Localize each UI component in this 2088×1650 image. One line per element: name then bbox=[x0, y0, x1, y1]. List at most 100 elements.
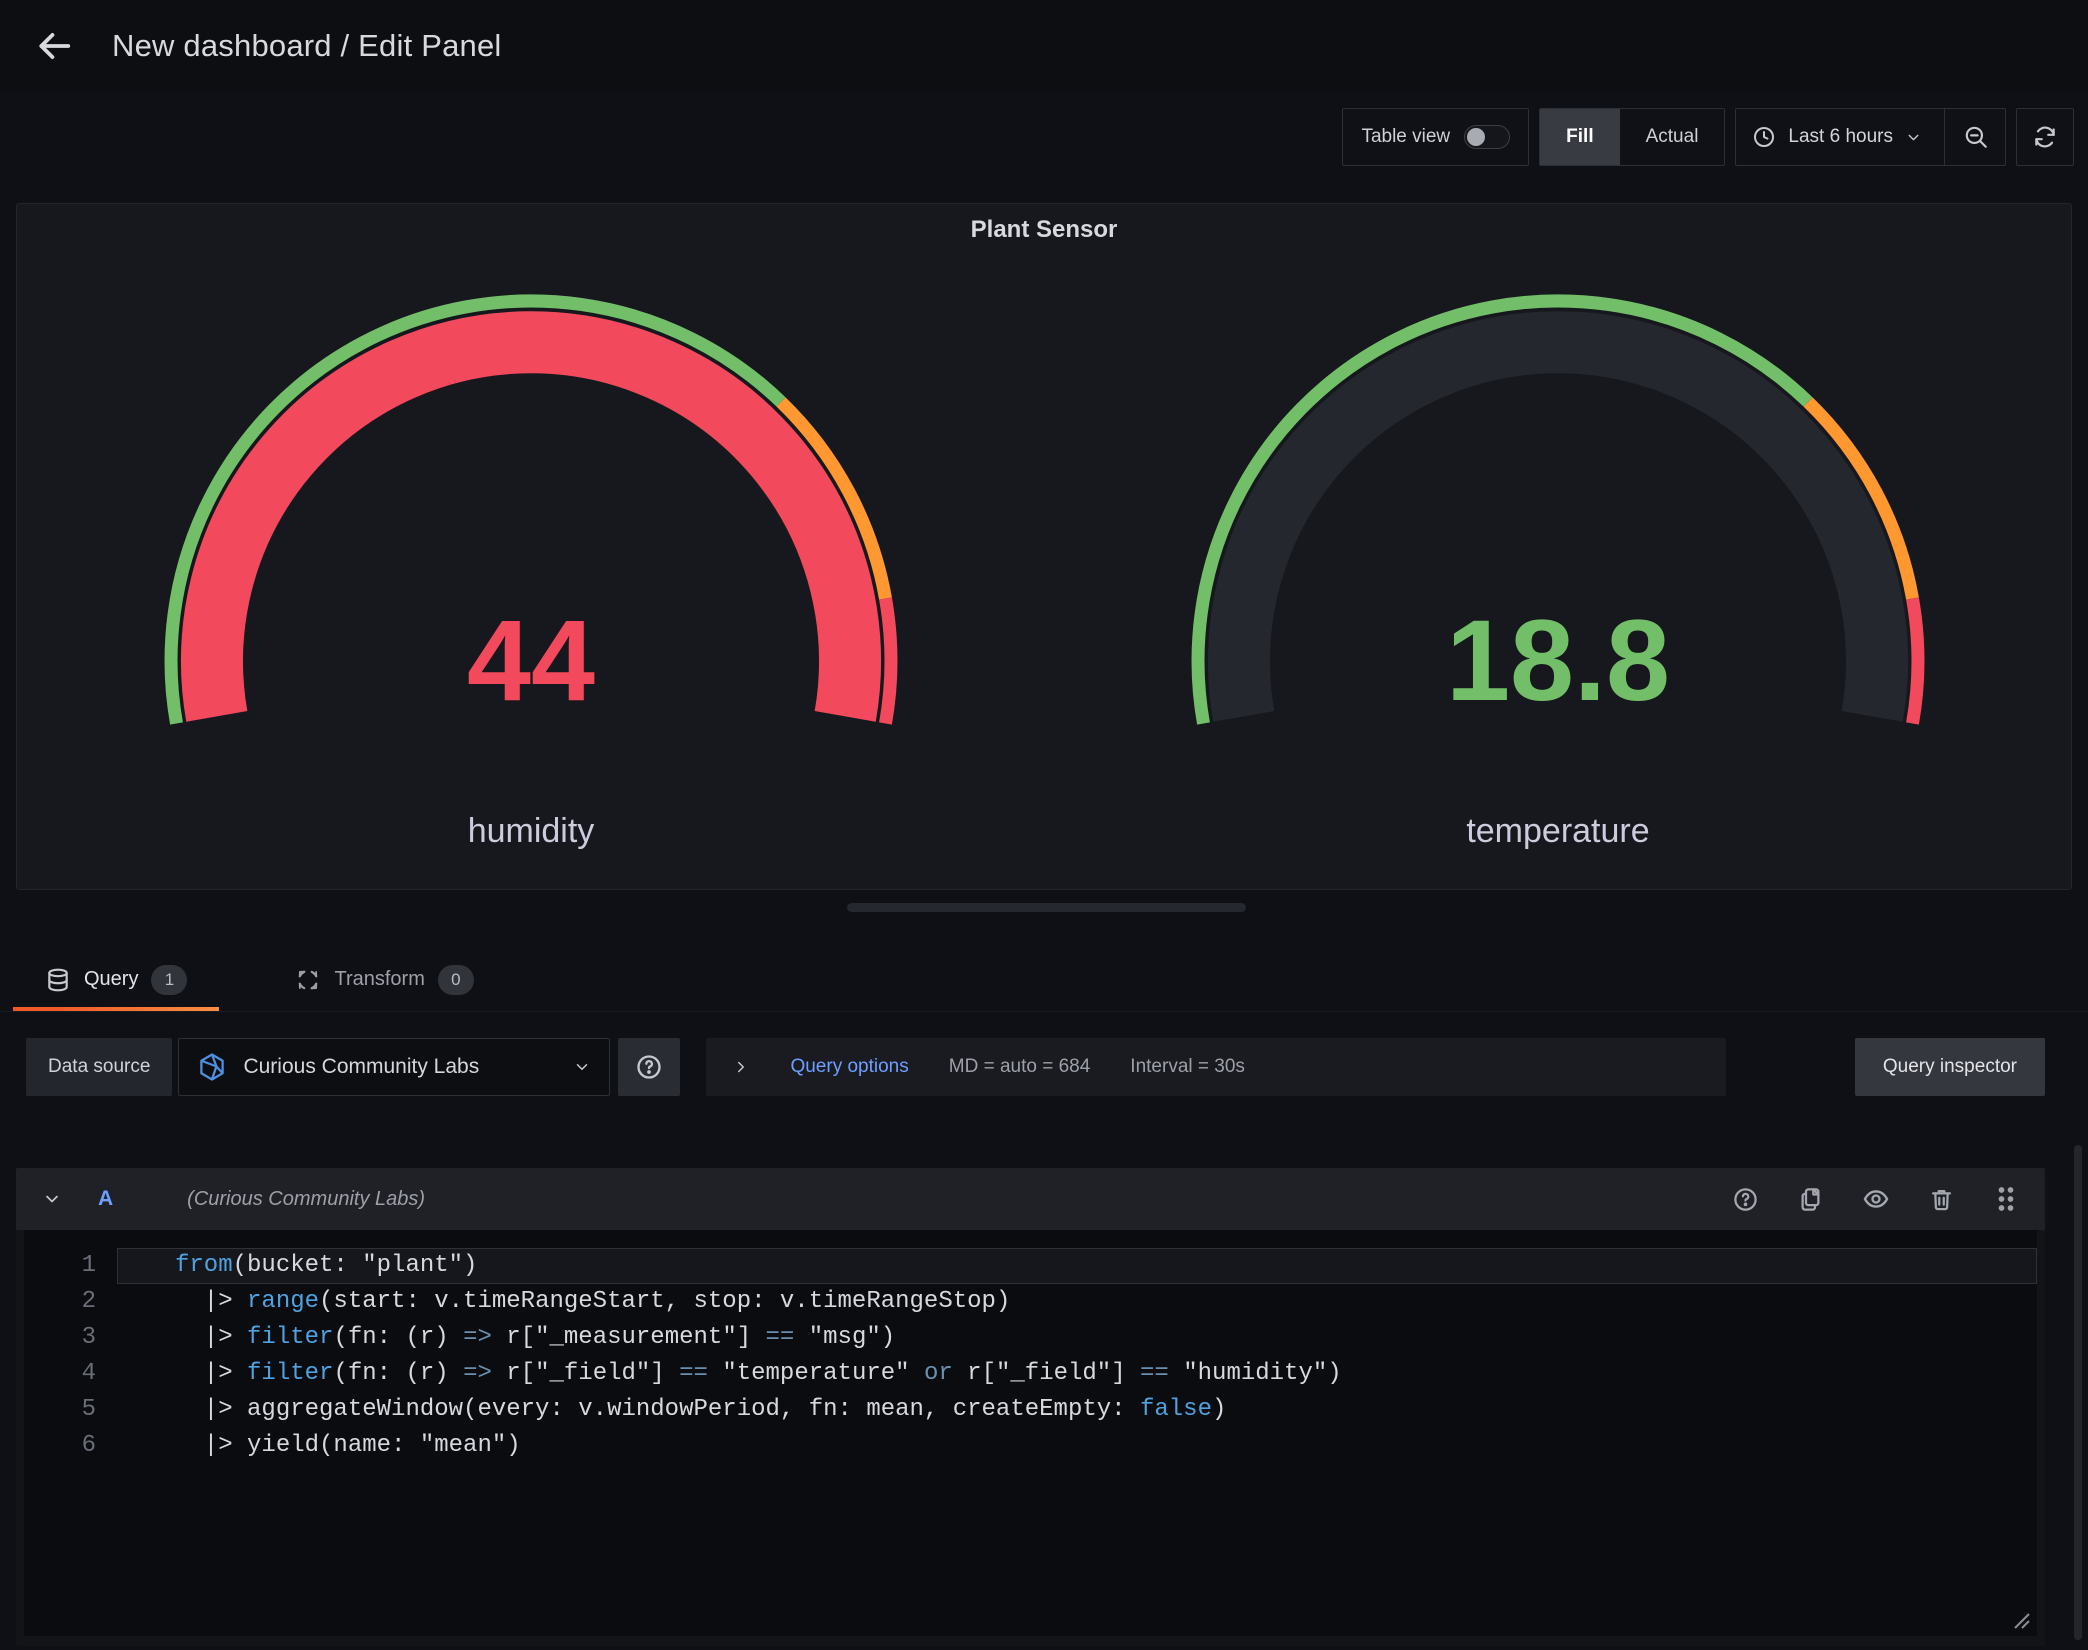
datasource-select[interactable]: Curious Community Labs bbox=[178, 1038, 610, 1096]
panel-resize-handle[interactable] bbox=[847, 903, 1246, 912]
table-view-group: Table view bbox=[1342, 108, 1529, 166]
code-token: => bbox=[463, 1324, 492, 1351]
query-options-label: Query options bbox=[790, 1056, 908, 1078]
resize-corner-icon[interactable] bbox=[2008, 1607, 2032, 1631]
query-options-bar[interactable]: Query options MD = auto = 684 Interval =… bbox=[706, 1038, 1726, 1096]
code-line: 4 |> filter(fn: (r) => r["_field"] == "t… bbox=[24, 1356, 2037, 1392]
code-token: ) bbox=[1212, 1396, 1226, 1423]
code-token: "humidity") bbox=[1169, 1360, 1342, 1387]
code-line-content: |> range(start: v.timeRangeStart, stop: … bbox=[117, 1284, 2037, 1320]
table-view-label: Table view bbox=[1361, 126, 1450, 148]
line-number: 2 bbox=[24, 1284, 96, 1320]
spacer bbox=[1726, 1038, 1854, 1096]
max-data-points-value: MD = auto = 684 bbox=[949, 1056, 1091, 1078]
refresh-button[interactable] bbox=[2032, 124, 2058, 150]
query-row-header[interactable]: A (Curious Community Labs) bbox=[16, 1168, 2045, 1230]
actual-button[interactable]: Actual bbox=[1620, 109, 1725, 165]
grip-icon bbox=[1993, 1184, 2019, 1214]
tab-query[interactable]: Query 1 bbox=[13, 948, 219, 1011]
code-token: from bbox=[175, 1252, 233, 1279]
plant-sensor-panel: Plant Sensor 44 humidity 18.8temperature bbox=[16, 203, 2072, 890]
line-number: 6 bbox=[24, 1428, 96, 1464]
gauge-arc bbox=[886, 599, 891, 724]
tab-transform-count-badge: 0 bbox=[438, 965, 474, 995]
code-line-content: |> filter(fn: (r) => r["_field"] == "tem… bbox=[117, 1356, 2037, 1392]
vertical-scrollbar[interactable] bbox=[2074, 1145, 2082, 1640]
datasource-label: Data source bbox=[26, 1038, 172, 1096]
gauge-value: 18.8 bbox=[1446, 597, 1670, 725]
gauge-value: 44 bbox=[467, 597, 595, 725]
code-token: == bbox=[679, 1360, 708, 1387]
code-token: r["_field"] bbox=[492, 1360, 679, 1387]
chevron-right-icon bbox=[732, 1058, 750, 1076]
code-token: "msg") bbox=[794, 1324, 895, 1351]
hide-response-button[interactable] bbox=[1862, 1185, 1890, 1213]
gauge-humidity: 44 humidity bbox=[17, 262, 1044, 889]
flux-query-editor[interactable]: 1 from(bucket: "plant") 2 |> range(start: … bbox=[24, 1230, 2037, 1636]
code-line-content: |> yield(name: "mean") bbox=[117, 1428, 2037, 1464]
interval-value: Interval = 30s bbox=[1130, 1056, 1245, 1078]
gauge-temperature: 18.8temperature bbox=[1044, 262, 2071, 889]
code-token: |> aggregateWindow(every: v.windowPeriod… bbox=[175, 1396, 1140, 1423]
zoom-out-button[interactable] bbox=[1963, 124, 1989, 150]
code-token: (fn: (r) bbox=[333, 1324, 463, 1351]
tab-query-count-badge: 1 bbox=[151, 965, 187, 995]
tab-transform-label: Transform bbox=[334, 968, 424, 991]
code-line-content: |> aggregateWindow(every: v.windowPeriod… bbox=[117, 1392, 2037, 1428]
panel-toolbar: Table view Fill Actual Last 6 hours bbox=[1342, 108, 2074, 166]
gauge-field-label: humidity bbox=[468, 812, 595, 850]
copy-icon bbox=[1797, 1186, 1824, 1213]
toolbar-divider bbox=[1944, 109, 1945, 165]
code-token: |> bbox=[175, 1288, 247, 1315]
flux-query-code: 1 from(bucket: "plant") 2 |> range(start: … bbox=[24, 1248, 2037, 1464]
drag-query-handle[interactable] bbox=[1993, 1184, 2019, 1214]
code-token: filter bbox=[247, 1360, 333, 1387]
query-help-button[interactable] bbox=[1732, 1186, 1759, 1213]
fill-button[interactable]: Fill bbox=[1540, 109, 1619, 165]
back-button[interactable] bbox=[30, 22, 78, 70]
time-range-picker[interactable]: Last 6 hours bbox=[1735, 108, 2006, 166]
refresh-icon bbox=[2032, 124, 2058, 150]
code-token: r["_field"] bbox=[953, 1360, 1140, 1387]
page-title: New dashboard / Edit Panel bbox=[112, 28, 502, 64]
toggle-knob bbox=[1467, 128, 1485, 146]
table-view-toggle[interactable] bbox=[1464, 125, 1510, 149]
zoom-out-icon bbox=[1963, 124, 1989, 150]
eye-icon bbox=[1862, 1185, 1890, 1213]
code-line: 1 from(bucket: "plant") bbox=[24, 1248, 2037, 1284]
duplicate-query-button[interactable] bbox=[1797, 1186, 1824, 1213]
delete-query-button[interactable] bbox=[1928, 1186, 1955, 1213]
code-token: (fn: (r) bbox=[333, 1360, 463, 1387]
code-token: filter bbox=[247, 1324, 333, 1351]
top-header: New dashboard / Edit Panel bbox=[0, 0, 2088, 92]
time-range-label: Last 6 hours bbox=[1788, 126, 1893, 148]
datasource-help-button[interactable] bbox=[618, 1038, 680, 1096]
line-number: 4 bbox=[24, 1356, 96, 1392]
code-token: or bbox=[924, 1360, 953, 1387]
editor-tabs: Query 1 Transform 0 bbox=[0, 948, 2088, 1012]
gauge-arc bbox=[1913, 599, 1918, 724]
code-token: => bbox=[463, 1360, 492, 1387]
query-actions bbox=[1732, 1184, 2019, 1214]
code-token: == bbox=[1140, 1360, 1169, 1387]
datasource-selected-value: Curious Community Labs bbox=[243, 1055, 479, 1079]
help-circle-icon bbox=[635, 1053, 663, 1081]
influxdb-logo-icon bbox=[197, 1052, 227, 1082]
chevron-down-icon[interactable] bbox=[42, 1189, 62, 1209]
tab-transform[interactable]: Transform 0 bbox=[263, 948, 505, 1011]
line-number: 1 bbox=[24, 1248, 96, 1284]
code-token: (bucket: "plant") bbox=[233, 1252, 478, 1279]
query-ref-id: A bbox=[98, 1187, 113, 1211]
code-token: |> bbox=[175, 1360, 247, 1387]
back-arrow-icon bbox=[35, 27, 73, 65]
help-circle-icon bbox=[1732, 1186, 1759, 1213]
code-token: "temperature" bbox=[708, 1360, 924, 1387]
code-token: |> yield(name: "mean") bbox=[175, 1432, 521, 1459]
code-line-content: |> filter(fn: (r) => r["_measurement"] =… bbox=[117, 1320, 2037, 1356]
query-inspector-button[interactable]: Query inspector bbox=[1855, 1038, 2045, 1096]
refresh-group bbox=[2016, 108, 2074, 166]
fill-actual-segmented: Fill Actual bbox=[1539, 108, 1725, 166]
panel-title: Plant Sensor bbox=[17, 204, 2071, 262]
tab-query-label: Query bbox=[84, 968, 138, 991]
code-token: false bbox=[1140, 1396, 1212, 1423]
